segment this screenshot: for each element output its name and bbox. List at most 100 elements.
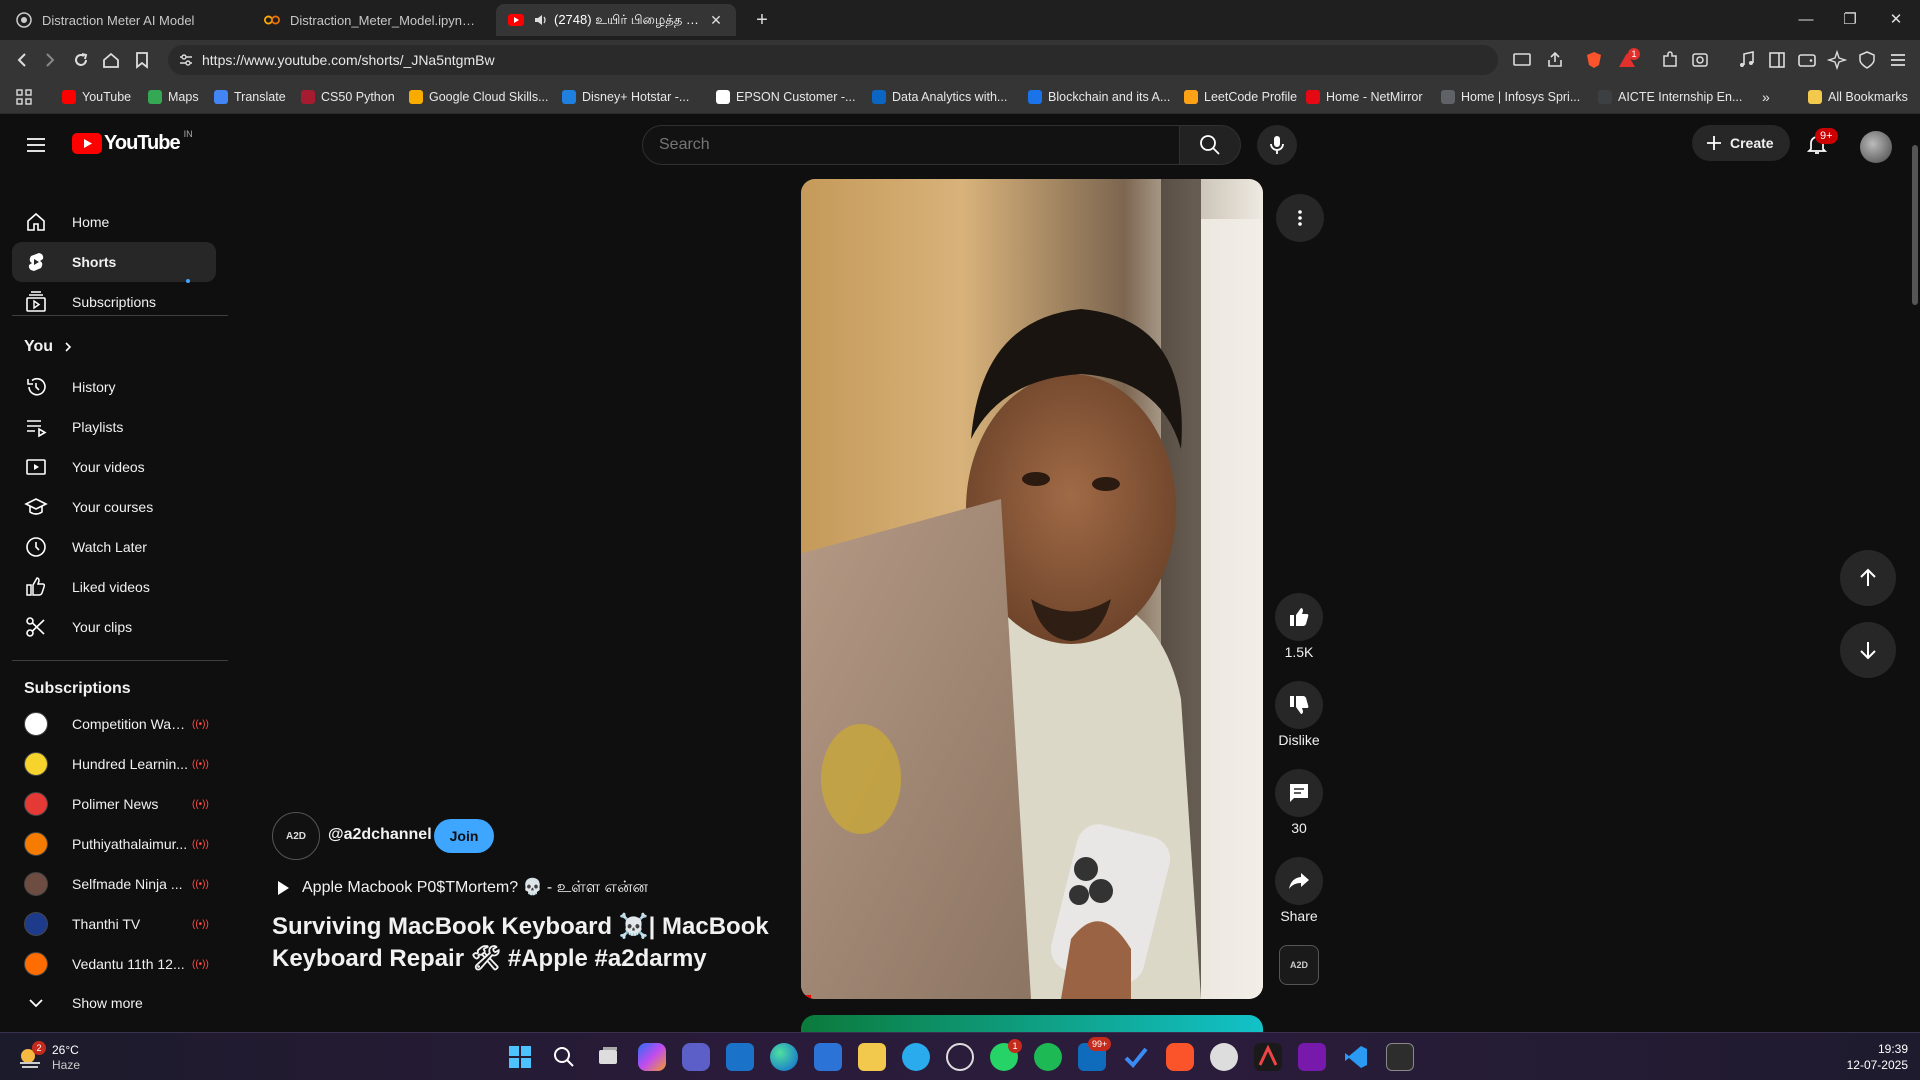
bookmark-item[interactable]: EPSON Customer -... — [716, 88, 855, 106]
tab-colab-notebook[interactable]: Distraction_Meter_Model.ipynb - Col — [252, 4, 494, 36]
spotify-icon[interactable] — [1034, 1043, 1062, 1071]
guide-menu-icon[interactable] — [24, 133, 48, 157]
wallet-icon[interactable] — [1797, 50, 1817, 70]
sidebar-item-watch-later[interactable]: Watch Later — [12, 527, 216, 567]
brave-shields-icon[interactable] — [1584, 50, 1604, 70]
back-icon[interactable] — [12, 50, 32, 70]
subscription-item[interactable]: Thanthi TV ((•)) — [12, 904, 216, 944]
sidebar-item-liked-videos[interactable]: Liked videos — [12, 567, 216, 607]
more-bookmarks-button[interactable]: » — [1762, 88, 1770, 106]
search-button[interactable] — [1179, 125, 1241, 165]
menu-icon[interactable] — [1888, 50, 1908, 70]
terminal-icon[interactable] — [1386, 1043, 1414, 1071]
previous-short-button[interactable] — [1840, 550, 1896, 606]
restore-icon[interactable]: ❐ — [1830, 8, 1870, 32]
address-field[interactable]: https://www.youtube.com/shorts/_JNa5ntgm… — [168, 45, 1498, 75]
weather-widget[interactable]: 26°C Haze — [16, 1043, 80, 1073]
next-short-button[interactable] — [1840, 622, 1896, 678]
reload-icon[interactable] — [71, 50, 91, 70]
page-scrollbar[interactable] — [1912, 145, 1918, 305]
bookmark-item[interactable]: Home - NetMirror — [1306, 88, 1423, 106]
leo-ai-icon[interactable] — [1827, 50, 1847, 70]
subscription-item[interactable]: Selfmade Ninja ... ((•)) — [12, 864, 216, 904]
bookmark-item[interactable]: Data Analytics with... — [872, 88, 1007, 106]
comments-button[interactable] — [1275, 769, 1323, 817]
bookmark-item[interactable]: CS50 Python — [301, 88, 395, 106]
home-browser-icon[interactable] — [101, 50, 121, 70]
start-icon[interactable] — [506, 1043, 534, 1071]
account-avatar[interactable] — [1860, 131, 1892, 163]
subscription-item[interactable]: Vedantu 11th 12... ((•)) — [12, 944, 216, 984]
bookmark-item[interactable]: YouTube — [62, 88, 131, 106]
bookmark-item[interactable]: AICTE Internship En... — [1598, 88, 1742, 106]
channel-avatar[interactable]: A2D — [272, 812, 320, 860]
telegram-icon[interactable] — [902, 1043, 930, 1071]
sidebar-item-home[interactable]: Home — [12, 202, 216, 242]
bookmark-item[interactable]: Disney+ Hotstar -... — [562, 88, 689, 106]
github-desktop-icon[interactable] — [1210, 1043, 1238, 1071]
onenote-icon[interactable] — [1298, 1043, 1326, 1071]
edge-icon[interactable] — [770, 1043, 798, 1071]
bookmark-item[interactable]: Translate — [214, 88, 286, 106]
close-window-icon[interactable]: ✕ — [1876, 8, 1916, 32]
join-button[interactable]: Join — [434, 819, 494, 853]
sidebar-item-subscriptions[interactable]: Subscriptions — [12, 282, 216, 322]
teams-icon[interactable] — [682, 1043, 710, 1071]
apps-grid-icon[interactable] — [16, 89, 32, 105]
arc-icon[interactable] — [1254, 1043, 1282, 1071]
you-section-header[interactable]: You — [24, 338, 75, 356]
next-short-preview[interactable] — [801, 1015, 1263, 1032]
search-box[interactable] — [642, 125, 1180, 165]
subscription-item[interactable]: Puthiyathalaimur... ((•)) — [12, 824, 216, 864]
share-button[interactable] — [1275, 857, 1323, 905]
like-button[interactable] — [1275, 593, 1323, 641]
sidebar-item-history[interactable]: History — [12, 367, 216, 407]
bookmark-item[interactable]: Maps — [148, 88, 199, 106]
tab-youtube-short[interactable]: (2748) உயிர் பிழைத்த Ma ✕ — [496, 4, 736, 36]
store-icon[interactable] — [814, 1043, 842, 1071]
media-icon[interactable] — [1737, 50, 1757, 70]
bookmark-item[interactable]: Blockchain and its A... — [1028, 88, 1170, 106]
vscode-icon[interactable] — [1342, 1043, 1370, 1071]
youtube-logo[interactable]: YouTube IN — [72, 129, 193, 155]
taskbar-search-icon[interactable] — [550, 1043, 578, 1071]
site-info-icon[interactable] — [178, 52, 194, 68]
brave-browser-icon[interactable] — [1166, 1043, 1194, 1071]
vpn-icon[interactable] — [1857, 50, 1877, 70]
sidebar-item-shorts[interactable]: Shorts — [12, 242, 216, 282]
copilot-icon[interactable] — [638, 1043, 666, 1071]
close-tab-icon[interactable]: ✕ — [708, 12, 724, 29]
show-more-button[interactable]: Show more — [12, 983, 216, 1023]
todo-icon[interactable] — [1122, 1043, 1150, 1071]
sidebar-item-your-clips[interactable]: Your clips — [12, 607, 216, 647]
create-button[interactable]: Create — [1692, 125, 1790, 161]
screenshot-icon[interactable] — [1690, 50, 1710, 70]
widgets-icon[interactable] — [726, 1043, 754, 1071]
bookmark-icon[interactable] — [132, 50, 152, 70]
audio-remix-thumbnail[interactable]: A2D — [1279, 945, 1319, 985]
subscription-item[interactable]: Hundred Learnin... ((•)) — [12, 744, 216, 784]
sidebar-item-your-videos[interactable]: Your videos — [12, 447, 216, 487]
minimize-icon[interactable]: — — [1786, 8, 1826, 32]
search-input[interactable] — [659, 136, 1139, 154]
subscription-item[interactable]: Competition Wall... ((•)) — [12, 704, 216, 744]
bookmark-item[interactable]: Google Cloud Skills... — [409, 88, 549, 106]
channel-handle[interactable]: @a2dchannel — [328, 826, 432, 844]
new-tab-button[interactable]: + — [750, 8, 774, 32]
install-app-icon[interactable] — [1512, 50, 1532, 70]
share-icon[interactable] — [1545, 50, 1565, 70]
all-bookmarks-folder[interactable]: All Bookmarks — [1808, 88, 1908, 106]
sidebar-icon[interactable] — [1767, 50, 1787, 70]
bookmark-item[interactable]: LeetCode Profile — [1184, 88, 1297, 106]
sidebar-item-playlists[interactable]: Playlists — [12, 407, 216, 447]
playlist-link[interactable]: Apple Macbook P0$TMortem? 💀 - உள்ள என்ன — [276, 877, 648, 898]
extensions-icon[interactable] — [1660, 50, 1680, 70]
sidebar-item-your-courses[interactable]: Your courses — [12, 487, 216, 527]
forward-icon[interactable] — [40, 50, 60, 70]
speaker-icon[interactable] — [534, 13, 548, 27]
bookmark-item[interactable]: Home | Infosys Spri... — [1441, 88, 1580, 106]
media-player-icon[interactable] — [946, 1043, 974, 1071]
subscription-item[interactable]: Polimer News ((•)) — [12, 784, 216, 824]
dislike-button[interactable] — [1275, 681, 1323, 729]
voice-search-button[interactable] — [1257, 125, 1297, 165]
